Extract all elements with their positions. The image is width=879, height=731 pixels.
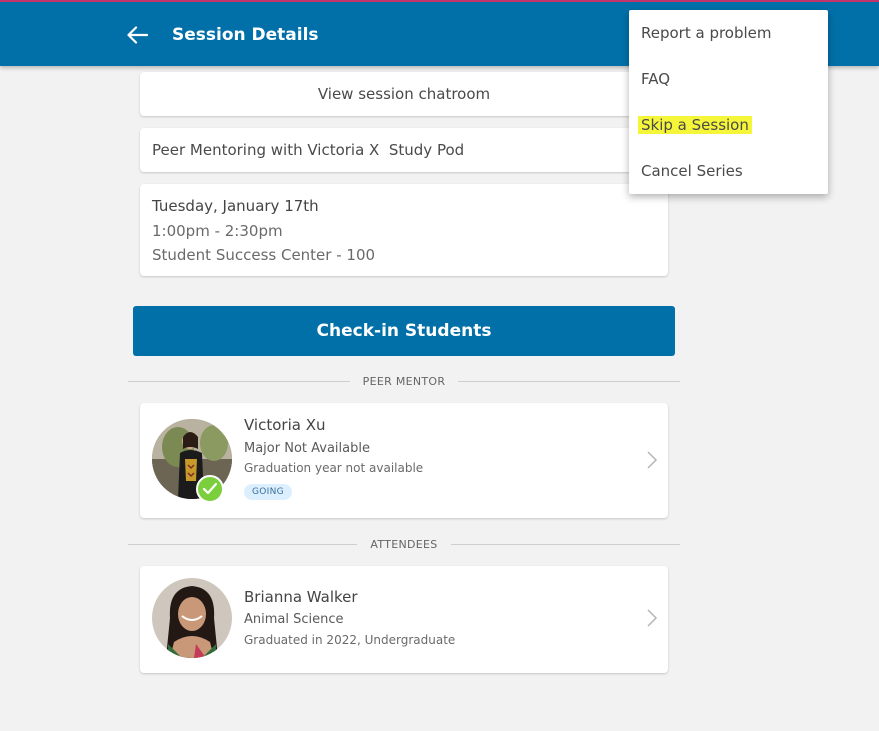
chevron-right-icon[interactable] (646, 450, 658, 470)
mentor-name: Victoria Xu (244, 416, 326, 434)
attendee-major: Animal Science (244, 612, 344, 627)
peer-mentor-card[interactable]: Victoria Xu Major Not Available Graduati… (140, 403, 668, 518)
mentor-graduation: Graduation year not available (244, 461, 424, 475)
options-menu: Report a problem FAQ Skip a Session Canc… (629, 10, 828, 194)
chevron-right-icon[interactable] (646, 608, 658, 628)
divider-line (450, 543, 680, 545)
status-badge: GOING (244, 484, 292, 500)
session-time: 1:00pm - 2:30pm (152, 222, 283, 240)
attendee-name: Brianna Walker (244, 588, 358, 606)
peer-mentor-heading: PEER MENTOR (362, 374, 446, 388)
session-info-card: Tuesday, January 17th 1:00pm - 2:30pm St… (140, 184, 668, 276)
menu-item-cancel-series[interactable]: Cancel Series (641, 161, 743, 181)
checked-in-badge (196, 475, 224, 503)
session-location: Student Success Center - 100 (152, 246, 376, 264)
back-button[interactable] (122, 22, 152, 48)
arrow-left-icon (127, 26, 148, 44)
check-in-students-button[interactable]: Check-in Students (133, 306, 675, 356)
attendees-heading: ATTENDEES (370, 537, 438, 551)
skip-session-label: Skip a Session (638, 116, 752, 134)
session-date: Tuesday, January 17th (152, 197, 319, 215)
view-chatroom-button[interactable]: View session chatroom (140, 72, 668, 116)
attendee-card[interactable]: Brianna Walker Animal Science Graduated … (140, 566, 668, 673)
menu-item-skip-session[interactable]: Skip a Session (638, 115, 752, 135)
attendees-divider: ATTENDEES (128, 536, 680, 552)
attendee-graduation: Graduated in 2022, Undergraduate (244, 633, 456, 647)
peer-mentor-divider: PEER MENTOR (128, 373, 681, 389)
menu-item-report-problem[interactable]: Report a problem (641, 23, 772, 43)
session-name: Peer Mentoring with Victoria X Study Pod (140, 128, 668, 172)
divider-line (128, 380, 350, 382)
avatar (152, 578, 232, 658)
check-circle-icon (202, 482, 218, 495)
divider-line (458, 380, 681, 382)
mentor-major: Major Not Available (244, 441, 370, 456)
menu-item-faq[interactable]: FAQ (641, 69, 670, 89)
divider-line (128, 543, 358, 545)
avatar-photo (152, 578, 232, 658)
page-title: Session Details (172, 25, 319, 45)
